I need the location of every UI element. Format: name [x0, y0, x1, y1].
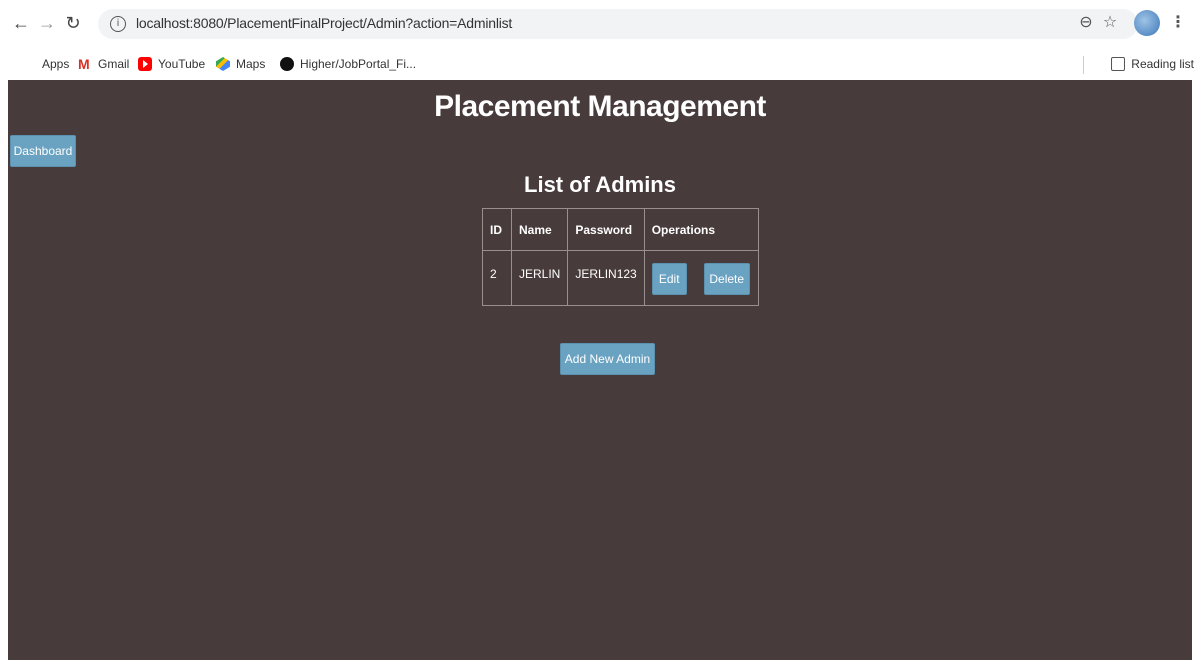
bookmark-youtube[interactable]: YouTube [138, 55, 205, 73]
bookmark-maps[interactable]: Maps [216, 55, 265, 73]
github-icon [280, 57, 294, 71]
column-header-password: Password [567, 208, 645, 251]
column-header-name: Name [510, 208, 569, 251]
address-bar-row: ← → ↻ i localhost:8080/PlacementFinalPro… [0, 0, 1200, 48]
omnibox[interactable]: i localhost:8080/PlacementFinalProject/A… [98, 9, 1138, 39]
zoom-icon[interactable]: ⊖ [1074, 12, 1098, 32]
toolbar-right: ⊖ ☆ ⋮ [1072, 10, 1192, 38]
gmail-icon: M [78, 56, 90, 72]
cell-name: JERLIN [510, 250, 569, 306]
bookmarks-bar: Apps M Gmail YouTube Maps Higher/JobPort… [0, 50, 1200, 78]
maps-icon [216, 57, 230, 71]
bookmark-label: Gmail [98, 57, 130, 71]
bookmark-label: Higher/JobPortal_Fi... [300, 57, 417, 71]
table-row: 2 JERLIN JERLIN123 Edit Delete [482, 250, 759, 306]
page-title: Placement Management [434, 90, 766, 123]
edit-button[interactable]: Edit [651, 263, 687, 295]
bookmark-github[interactable]: Higher/JobPortal_Fi... [280, 55, 416, 73]
apps-grid-icon [22, 57, 36, 71]
bookmark-label: Maps [236, 57, 266, 71]
bookmark-apps[interactable]: Apps [22, 55, 69, 73]
section-title: List of Admins [524, 172, 676, 197]
star-icon[interactable]: ☆ [1098, 12, 1122, 32]
cell-id: 2 [482, 250, 512, 306]
add-new-admin-button[interactable]: Add New Admin [560, 343, 655, 375]
browser-chrome: ← → ↻ i localhost:8080/PlacementFinalPro… [0, 0, 1200, 80]
reading-list-label: Reading list [1131, 57, 1194, 71]
reading-list-icon [1111, 57, 1126, 71]
cell-password: JERLIN123 [567, 250, 645, 306]
bookmark-label: YouTube [158, 57, 206, 71]
dashboard-button[interactable]: Dashboard [10, 135, 76, 167]
page-content: Placement Management Dashboard List of A… [8, 80, 1192, 660]
admins-table: ID Name Password Operations 2 JERLIN JER… [482, 208, 759, 306]
table-header-row: ID Name Password Operations [482, 208, 759, 251]
reading-list-button[interactable]: Reading list [1111, 55, 1194, 73]
youtube-icon [138, 57, 152, 71]
cell-operations: Edit Delete [643, 250, 759, 306]
reload-icon[interactable]: ↻ [62, 12, 84, 34]
bookmark-gmail[interactable]: M Gmail [78, 55, 129, 73]
column-header-id: ID [482, 208, 512, 251]
back-arrow-icon[interactable]: ← [10, 12, 32, 34]
delete-button[interactable]: Delete [703, 263, 750, 295]
menu-kebab-icon[interactable]: ⋮ [1166, 12, 1190, 32]
forward-arrow-icon[interactable]: → [36, 12, 58, 34]
bookmark-label: Apps [42, 57, 70, 71]
url-text[interactable]: localhost:8080/PlacementFinalProject/Adm… [136, 15, 512, 31]
profile-avatar[interactable] [1134, 10, 1160, 36]
bookmarks-divider [1083, 56, 1084, 74]
column-header-operations: Operations [643, 208, 759, 251]
site-info-icon[interactable]: i [110, 16, 126, 32]
